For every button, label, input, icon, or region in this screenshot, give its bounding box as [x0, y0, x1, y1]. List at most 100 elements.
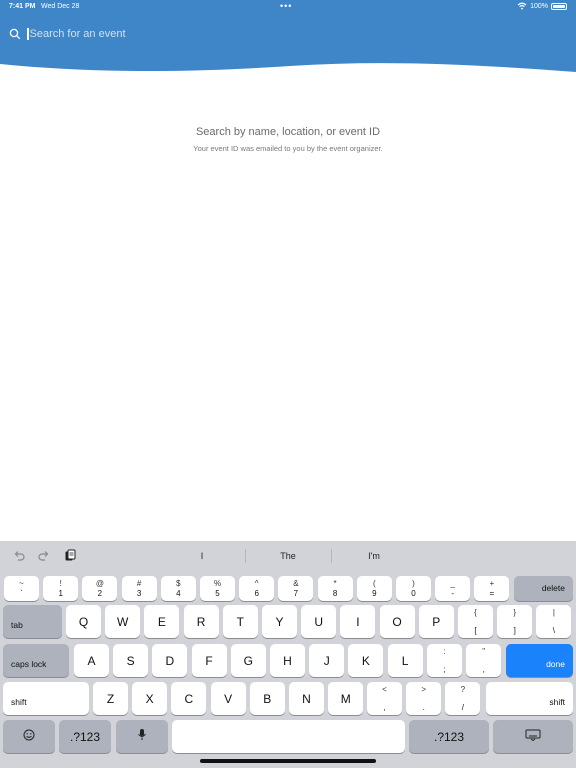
key-label: L — [401, 653, 409, 668]
key-label: Y — [275, 614, 284, 629]
key-label: , — [482, 665, 485, 674]
key-x[interactable]: X — [132, 682, 168, 715]
space-key[interactable] — [172, 720, 405, 753]
key-4[interactable]: $4 — [160, 576, 196, 601]
empty-state: Search by name, location, or event ID Yo… — [0, 126, 576, 153]
key-o[interactable]: O — [379, 605, 415, 638]
key-label: A — [87, 653, 96, 668]
clipboard-icon[interactable] — [63, 549, 77, 563]
key-shift-label: + — [489, 579, 495, 588]
key-label: shift — [549, 697, 565, 707]
key-bracket-2[interactable]: | \ — [536, 605, 572, 638]
numbers-key-left[interactable]: .?123 — [59, 720, 111, 753]
key-b[interactable]: B — [249, 682, 285, 715]
key-shift-label: * — [333, 579, 337, 588]
suggestion-2[interactable]: The — [248, 551, 328, 561]
key-c[interactable]: C — [171, 682, 207, 715]
key-bracket-0[interactable]: {[ — [458, 605, 493, 638]
key-h[interactable]: H — [270, 644, 305, 677]
key-shift-label: | — [552, 608, 555, 617]
key-label: E — [157, 614, 166, 629]
key-t[interactable]: T — [222, 605, 258, 638]
key-label: R — [196, 614, 206, 629]
key-8[interactable]: * 8 — [317, 576, 353, 601]
delete-key[interactable]: delete — [514, 576, 573, 601]
key--[interactable]: _ - — [435, 576, 471, 601]
key-g[interactable]: G — [230, 644, 266, 677]
status-time: 7:41 PM — [9, 3, 36, 10]
key-=[interactable]: + = — [474, 576, 510, 601]
key-`[interactable]: ~ ` — [4, 576, 39, 601]
key-label: 6 — [254, 589, 259, 598]
search-bar[interactable] — [9, 26, 409, 42]
key-n[interactable]: N — [289, 682, 324, 715]
key-label: ] — [513, 626, 516, 635]
key-3[interactable]: #3 — [121, 576, 157, 601]
key-w[interactable]: W — [105, 605, 141, 638]
key-punct-0[interactable]: :; — [427, 644, 462, 677]
key-r[interactable]: R — [183, 605, 219, 638]
key-shift-label: ^ — [254, 579, 259, 588]
key-punct-1[interactable]: ", — [466, 644, 502, 677]
multitasking-dots-icon[interactable]: ••• — [280, 1, 292, 11]
key-1[interactable]: ! 1 — [43, 576, 79, 601]
on-screen-keyboard: I The I'm ~ `! 1 @2 #3 $4% 5 ^ 6 & 7 * 8(9) 0 _ - + = dele… — [0, 541, 576, 768]
key-i[interactable]: I — [340, 605, 376, 638]
key-shift-label: " — [482, 647, 486, 656]
tab-key[interactable]: tab — [3, 605, 62, 638]
key-a[interactable]: A — [74, 644, 109, 677]
numbers-key-right[interactable]: .?123 — [409, 720, 489, 753]
key-q[interactable]: Q — [66, 605, 101, 638]
key-j[interactable]: J — [309, 644, 345, 677]
key-0[interactable]: ) 0 — [396, 576, 431, 601]
key-2[interactable]: @2 — [82, 576, 118, 601]
keyboard-dismiss-icon — [525, 728, 541, 746]
key-label: 4 — [176, 589, 181, 598]
done-key[interactable]: done — [506, 644, 573, 677]
shift-key-right[interactable]: shift — [486, 682, 573, 715]
key-v[interactable]: V — [210, 682, 246, 715]
key-shift-label: & — [293, 579, 299, 588]
suggestion-1[interactable]: I — [162, 551, 242, 561]
key-shift-label: < — [382, 685, 387, 694]
key-7[interactable]: & 7 — [278, 576, 314, 601]
key-l[interactable]: L — [387, 644, 423, 677]
key-punct-z-2[interactable]: ? / — [445, 682, 481, 715]
key-p[interactable]: P — [418, 605, 454, 638]
key-f[interactable]: F — [191, 644, 227, 677]
key-shift-label: : — [443, 647, 446, 656]
hide-keyboard-key[interactable] — [493, 720, 573, 753]
key-5[interactable]: % 5 — [200, 576, 235, 601]
dictation-key[interactable] — [116, 720, 168, 753]
key-bracket-1[interactable]: }] — [497, 605, 533, 638]
undo-icon[interactable] — [12, 549, 26, 563]
key-shift-label: _ — [450, 579, 455, 588]
suggestion-3[interactable]: I'm — [334, 551, 414, 561]
caps-lock-key[interactable]: caps lock — [3, 644, 69, 677]
emoji-icon — [23, 728, 35, 746]
key-e[interactable]: E — [144, 605, 180, 638]
key-shift-label: ) — [412, 579, 415, 588]
key-shift-label: $ — [176, 579, 181, 588]
key-label: 7 — [293, 589, 299, 598]
shift-key-left[interactable]: shift — [3, 682, 89, 715]
key-9[interactable]: (9 — [356, 576, 392, 601]
key-punct-z-1[interactable]: >. — [406, 682, 442, 715]
key-punct-z-0[interactable]: <, — [367, 682, 402, 715]
redo-icon[interactable] — [37, 549, 51, 563]
key-z[interactable]: Z — [93, 682, 128, 715]
key-6[interactable]: ^ 6 — [239, 576, 275, 601]
wifi-icon — [517, 2, 527, 10]
key-m[interactable]: M — [328, 682, 364, 715]
key-s[interactable]: S — [113, 644, 149, 677]
key-k[interactable]: K — [348, 644, 384, 677]
search-input[interactable] — [29, 28, 330, 40]
key-label: Q — [78, 614, 89, 629]
microphone-icon — [137, 728, 147, 746]
key-label: \ — [552, 626, 555, 635]
key-y[interactable]: Y — [262, 605, 297, 638]
key-d[interactable]: D — [152, 644, 188, 677]
key-u[interactable]: U — [301, 605, 337, 638]
key-label: .?123 — [433, 729, 465, 744]
emoji-key[interactable] — [3, 720, 55, 753]
